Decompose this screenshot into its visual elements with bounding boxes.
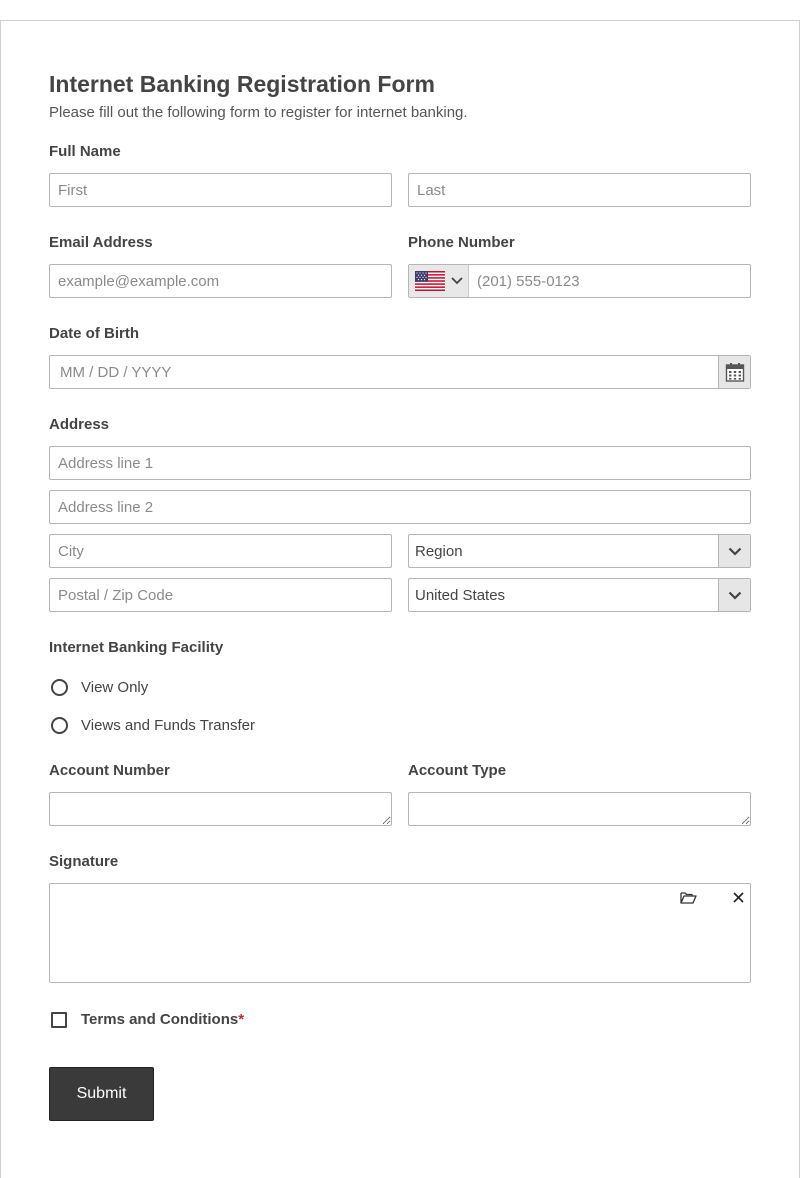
account-type-input[interactable]: [408, 792, 751, 826]
facility-option-funds-transfer[interactable]: Views and Funds Transfer: [51, 717, 255, 734]
email-label: Email Address: [49, 234, 153, 251]
form-title: Internet Banking Registration Form: [49, 71, 435, 97]
close-icon: [732, 891, 744, 903]
dob-input[interactable]: [52, 356, 712, 388]
last-name-input[interactable]: [408, 173, 751, 207]
signature-label: Signature: [49, 853, 119, 870]
country-code-dropdown[interactable]: [409, 265, 469, 297]
facility-option-label: Views and Funds Transfer: [81, 717, 255, 734]
calendar-icon: [725, 363, 744, 382]
submit-button[interactable]: Submit: [49, 1067, 154, 1121]
us-flag-icon: [415, 271, 445, 291]
postal-code-input[interactable]: [49, 578, 392, 612]
terms-label-wrap: Terms and Conditions*: [81, 1011, 244, 1028]
region-select[interactable]: Region: [408, 534, 751, 568]
calendar-button[interactable]: [718, 356, 750, 388]
first-name-input[interactable]: [49, 173, 392, 207]
account-type-label: Account Type: [408, 762, 507, 779]
chevron-down-icon: [451, 277, 463, 285]
phone-input[interactable]: [469, 265, 750, 297]
dob-field: [49, 355, 751, 389]
region-select-value: Region: [415, 542, 463, 560]
region-dropdown-button[interactable]: [718, 535, 750, 567]
city-input[interactable]: [49, 534, 392, 568]
form-subtitle: Please fill out the following form to re…: [49, 104, 468, 121]
full-name-label: Full Name: [49, 143, 121, 160]
folder-open-icon: [679, 891, 697, 904]
phone-field: [408, 264, 751, 298]
facility-option-view-only[interactable]: View Only: [51, 679, 148, 696]
country-select[interactable]: United States: [408, 578, 751, 612]
signature-clear-button[interactable]: [730, 889, 746, 905]
facility-option-label: View Only: [81, 679, 149, 696]
email-input[interactable]: [49, 264, 392, 298]
radio-button[interactable]: [51, 679, 68, 696]
terms-checkbox-row[interactable]: Terms and Conditions*: [51, 1011, 244, 1028]
country-select-value: United States: [415, 586, 506, 604]
chevron-down-icon: [728, 547, 741, 556]
country-dropdown-button[interactable]: [718, 579, 750, 611]
account-number-input[interactable]: [49, 792, 392, 826]
phone-label: Phone Number: [408, 234, 515, 251]
signature-pad[interactable]: [49, 883, 751, 983]
account-number-label: Account Number: [49, 762, 170, 779]
chevron-down-icon: [728, 591, 741, 600]
address-line2-input[interactable]: [49, 490, 751, 524]
address-label: Address: [49, 416, 110, 433]
facility-label: Internet Banking Facility: [49, 639, 224, 656]
dob-label: Date of Birth: [49, 325, 139, 342]
terms-checkbox[interactable]: [51, 1011, 67, 1028]
radio-button[interactable]: [51, 717, 68, 734]
terms-label: Terms and Conditions: [81, 1011, 239, 1028]
address-line1-input[interactable]: [49, 446, 751, 480]
required-marker: *: [238, 1011, 245, 1028]
signature-upload-button[interactable]: [678, 889, 698, 905]
